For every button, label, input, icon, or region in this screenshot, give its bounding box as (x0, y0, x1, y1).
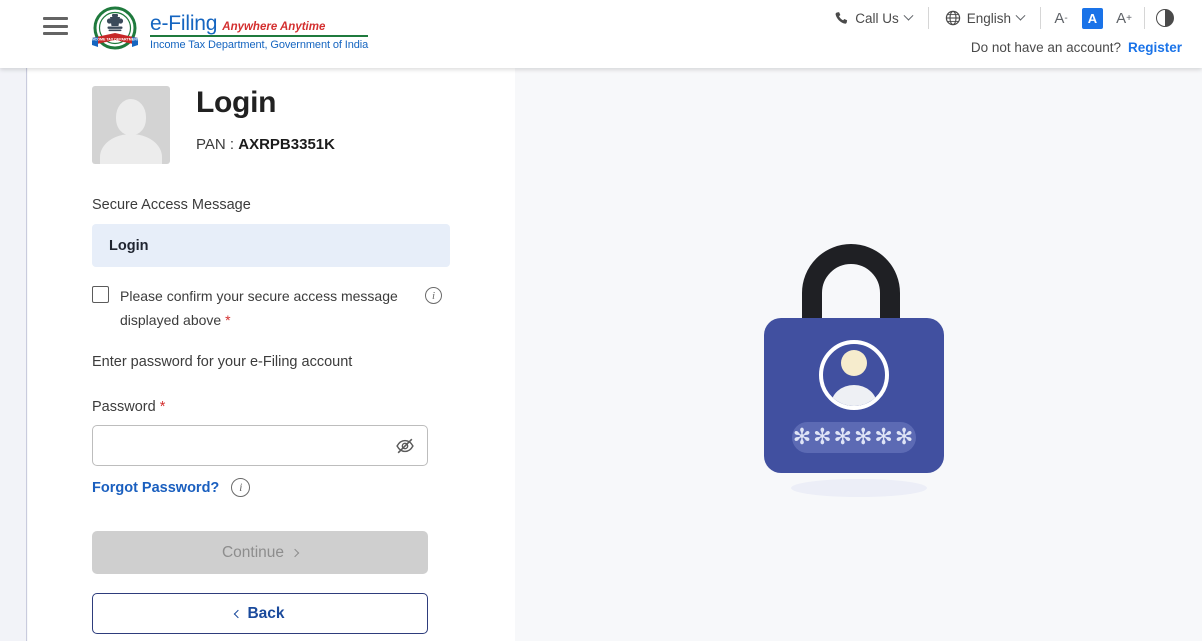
language-label: English (966, 10, 1011, 26)
divider (1144, 7, 1145, 29)
hamburger-bar (43, 24, 68, 28)
chevron-down-icon (1015, 10, 1026, 21)
font-increase-sign: + (1126, 12, 1132, 24)
pan-row: PAN : AXRPB3351K (196, 136, 335, 153)
secure-access-message-label: Secure Access Message (92, 197, 251, 213)
chevron-right-icon (290, 548, 300, 557)
account-prompt-text: Do not have an account? (970, 40, 1121, 55)
font-size-decrease-button[interactable]: A- (1048, 6, 1074, 30)
brand-tagline: Anywhere Anytime (222, 21, 326, 33)
padlock-password-illustration: ✻✻✻✻✻✻ (744, 215, 974, 497)
font-normal-letter: A (1087, 10, 1098, 26)
font-decrease-letter: A (1054, 9, 1065, 27)
site-header: भारत INCOME TAX DEPARTMENT e-Filing Anyw… (0, 0, 1202, 68)
info-icon[interactable]: i (425, 287, 442, 304)
back-button[interactable]: Back (92, 593, 428, 635)
brand-name: e-Filing (150, 12, 218, 35)
password-field-wrapper (92, 425, 428, 467)
divider (1040, 7, 1041, 29)
font-decrease-sign: - (1064, 12, 1068, 24)
chevron-down-icon (903, 10, 914, 21)
avatar-body (100, 134, 162, 164)
password-label: Password * (92, 399, 515, 415)
eye-slash-icon[interactable] (395, 436, 415, 456)
header-bottom-row: Do not have an account? Register (0, 34, 1202, 68)
password-mask-text: ✻✻✻✻✻✻ (792, 424, 915, 449)
profile-text: Login PAN : AXRPB3351K (196, 86, 335, 153)
info-icon[interactable]: i (231, 478, 251, 498)
call-us-button[interactable]: Call Us (821, 6, 925, 30)
secure-access-message-value: Login (92, 224, 450, 267)
page-title: Login (196, 86, 277, 119)
illustration-shadow (790, 478, 927, 497)
chevron-left-icon (234, 609, 243, 618)
required-asterisk: * (159, 399, 166, 416)
pan-label: PAN : (196, 135, 235, 153)
globe-icon (945, 10, 960, 26)
call-us-label: Call Us (855, 10, 899, 26)
confirm-secure-message-row: Please confirm your secure access messag… (92, 284, 452, 332)
account-prompt-row: Do not have an account? Register (971, 40, 1182, 55)
font-size-increase-button[interactable]: A + (1111, 6, 1137, 30)
password-label-text: Password (92, 399, 156, 416)
confirm-text: Please confirm your secure access messag… (120, 288, 398, 329)
forgot-password-row: Forgot Password? i (92, 478, 515, 498)
font-increase-letter: A (1116, 9, 1127, 27)
hamburger-menu-icon[interactable] (43, 17, 68, 35)
avatar-head (116, 99, 146, 135)
register-link[interactable]: Register (1128, 40, 1182, 55)
continue-label: Continue (221, 543, 285, 561)
required-asterisk: * (225, 312, 231, 329)
language-selector[interactable]: English (932, 6, 1037, 30)
confirm-secure-message-label: Please confirm your secure access messag… (120, 284, 410, 332)
page-body: Login PAN : AXRPB3351K Secure Access Mes… (0, 68, 1202, 641)
phone-icon (835, 11, 848, 24)
login-card: Login PAN : AXRPB3351K Secure Access Mes… (28, 68, 515, 641)
illustration-pane: ✻✻✻✻✻✻ (515, 68, 1202, 641)
pan-value: AXRPB3351K (238, 135, 335, 153)
header-top-row: भारत INCOME TAX DEPARTMENT e-Filing Anyw… (0, 0, 1202, 51)
password-intro-text: Enter password for your e-Filing account (92, 354, 353, 371)
header-utilities: Call Us English A- A A + (821, 4, 1186, 32)
left-gutter (0, 68, 27, 641)
continue-button[interactable]: Continue (92, 531, 428, 575)
password-input[interactable] (93, 426, 427, 466)
divider (927, 7, 929, 29)
font-size-normal-button[interactable]: A (1082, 7, 1103, 29)
back-label: Back (247, 604, 285, 622)
contrast-icon[interactable] (1156, 9, 1174, 27)
user-avatar-placeholder-icon (92, 86, 170, 164)
hamburger-bar (43, 17, 68, 20)
forgot-password-link[interactable]: Forgot Password? (92, 480, 219, 496)
confirm-secure-message-checkbox[interactable] (92, 286, 109, 303)
profile-header: Login PAN : AXRPB3351K (92, 86, 515, 164)
